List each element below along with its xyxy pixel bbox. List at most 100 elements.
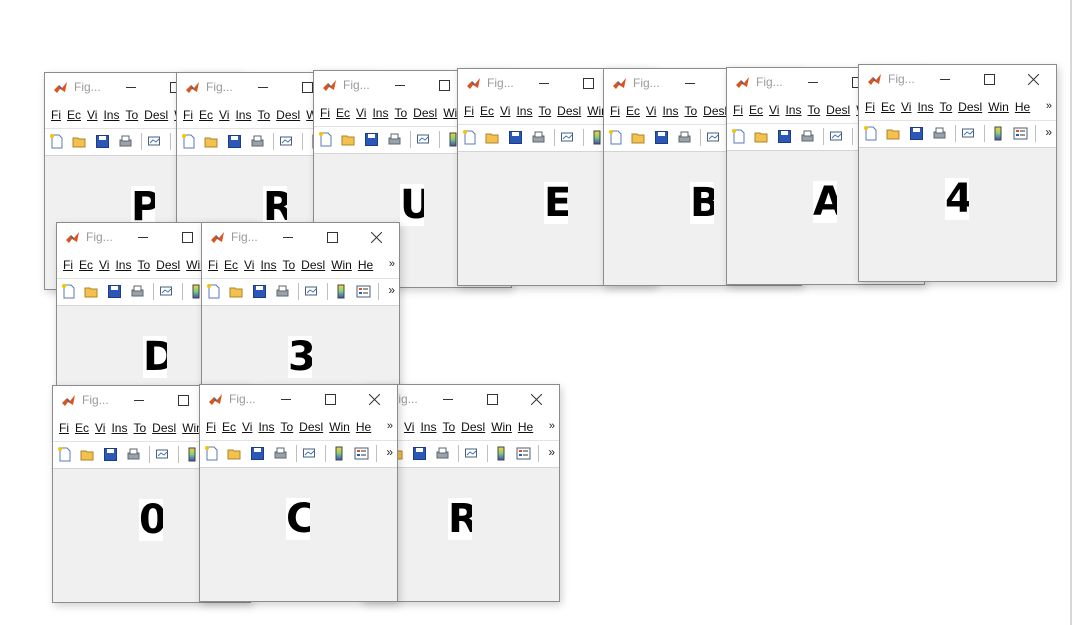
- link-plot-icon[interactable]: [147, 134, 162, 149]
- menu-item[interactable]: Ec: [67, 108, 81, 122]
- menu-item[interactable]: Ec: [199, 108, 213, 122]
- legend-icon[interactable]: [516, 446, 531, 461]
- menu-item[interactable]: Fi: [206, 420, 216, 434]
- menu-overflow-icon[interactable]: »: [387, 420, 393, 432]
- menu-item[interactable]: Ins: [103, 108, 119, 122]
- menu-item[interactable]: Fi: [183, 108, 193, 122]
- menu-item[interactable]: To: [133, 421, 146, 435]
- minimize-button[interactable]: [120, 77, 142, 97]
- menu-item[interactable]: Fi: [464, 104, 474, 118]
- save-icon[interactable]: [103, 447, 118, 462]
- maximize-button[interactable]: [978, 69, 1000, 89]
- menu-item[interactable]: To: [125, 108, 138, 122]
- save-icon[interactable]: [250, 446, 265, 461]
- menu-item[interactable]: Ec: [626, 104, 640, 118]
- maximize-button[interactable]: [481, 389, 503, 409]
- colorbar-icon[interactable]: [332, 446, 347, 461]
- save-icon[interactable]: [654, 130, 669, 145]
- colorbar-icon[interactable]: [334, 284, 349, 299]
- menu-item[interactable]: Desl: [703, 104, 727, 118]
- menu-item[interactable]: Desl: [276, 108, 300, 122]
- menu-overflow-icon[interactable]: »: [549, 420, 555, 432]
- menu-item[interactable]: Win: [491, 420, 512, 434]
- maximize-button[interactable]: [176, 227, 198, 247]
- print-icon[interactable]: [250, 134, 265, 149]
- menu-item[interactable]: Fi: [208, 258, 218, 272]
- maximize-button[interactable]: [319, 389, 341, 409]
- menu-item[interactable]: To: [137, 258, 150, 272]
- minimize-button[interactable]: [802, 72, 824, 92]
- menu-item[interactable]: Ec: [75, 421, 89, 435]
- menu-item[interactable]: Win: [329, 420, 350, 434]
- menu-overflow-icon[interactable]: »: [389, 258, 395, 270]
- minimize-button[interactable]: [128, 390, 150, 410]
- link-plot-icon[interactable]: [279, 134, 294, 149]
- menu-item[interactable]: Ins: [260, 258, 276, 272]
- menu-item[interactable]: Fi: [733, 103, 743, 117]
- print-icon[interactable]: [275, 284, 290, 299]
- link-plot-icon[interactable]: [961, 126, 976, 141]
- menu-item[interactable]: Vi: [99, 258, 109, 272]
- menu-item[interactable]: Vi: [500, 104, 510, 118]
- menu-item[interactable]: Desl: [144, 108, 168, 122]
- legend-icon[interactable]: [356, 284, 371, 299]
- maximize-button[interactable]: [433, 75, 455, 95]
- menu-item[interactable]: Ec: [79, 258, 93, 272]
- new-figure-icon[interactable]: [863, 126, 878, 141]
- save-icon[interactable]: [227, 134, 242, 149]
- menu-item[interactable]: Fi: [610, 104, 620, 118]
- colorbar-icon[interactable]: [185, 447, 200, 462]
- open-file-icon[interactable]: [754, 129, 769, 144]
- open-file-icon[interactable]: [72, 134, 87, 149]
- print-icon[interactable]: [932, 126, 947, 141]
- menu-item[interactable]: Desl: [557, 104, 581, 118]
- menu-item[interactable]: Fi: [51, 108, 61, 122]
- menu-item[interactable]: To: [807, 103, 820, 117]
- print-icon[interactable]: [130, 284, 145, 299]
- close-button[interactable]: [365, 227, 387, 247]
- menu-item[interactable]: He: [1015, 100, 1030, 114]
- menu-item[interactable]: He: [356, 420, 371, 434]
- link-plot-icon[interactable]: [706, 130, 721, 145]
- menu-item[interactable]: Win: [988, 100, 1009, 114]
- menu-item[interactable]: Ins: [258, 420, 274, 434]
- title-bar[interactable]: Fig...: [202, 223, 399, 252]
- menu-item[interactable]: Desl: [413, 106, 437, 120]
- figure-window[interactable]: Fig... Fi Ec Vi Ins To Desl Win He » » C: [199, 384, 398, 602]
- menu-item[interactable]: Desl: [156, 258, 180, 272]
- menu-item[interactable]: To: [280, 420, 293, 434]
- menu-item[interactable]: Vi: [87, 108, 97, 122]
- save-icon[interactable]: [412, 446, 427, 461]
- menu-item[interactable]: Ec: [749, 103, 763, 117]
- menu-item[interactable]: Ins: [917, 100, 933, 114]
- new-figure-icon[interactable]: [204, 446, 219, 461]
- menu-item[interactable]: Ins: [785, 103, 801, 117]
- new-figure-icon[interactable]: [608, 130, 623, 145]
- save-icon[interactable]: [508, 130, 523, 145]
- link-plot-icon[interactable]: [416, 132, 431, 147]
- link-plot-icon[interactable]: [560, 130, 575, 145]
- menu-item[interactable]: Ins: [111, 421, 127, 435]
- menu-item[interactable]: Vi: [901, 100, 911, 114]
- save-icon[interactable]: [364, 132, 379, 147]
- menu-item[interactable]: Vi: [95, 421, 105, 435]
- menu-item[interactable]: Ins: [420, 420, 436, 434]
- menu-item[interactable]: Ec: [336, 106, 350, 120]
- menu-item[interactable]: Desl: [826, 103, 850, 117]
- menu-item[interactable]: Vi: [242, 420, 252, 434]
- menu-item[interactable]: Fi: [865, 100, 875, 114]
- legend-icon[interactable]: [1013, 126, 1028, 141]
- menu-item[interactable]: To: [442, 420, 455, 434]
- menu-item[interactable]: Ins: [372, 106, 388, 120]
- toolbar-overflow-icon[interactable]: »: [386, 445, 393, 459]
- minimize-button[interactable]: [132, 227, 154, 247]
- close-button[interactable]: [525, 389, 547, 409]
- minimize-button[interactable]: [437, 389, 459, 409]
- minimize-button[interactable]: [679, 73, 701, 93]
- open-file-icon[interactable]: [229, 284, 244, 299]
- menu-item[interactable]: Ins: [662, 104, 678, 118]
- menu-item[interactable]: Vi: [356, 106, 366, 120]
- toolbar-overflow-icon[interactable]: »: [1045, 125, 1052, 139]
- menu-item[interactable]: Ec: [224, 258, 238, 272]
- new-figure-icon[interactable]: [49, 134, 64, 149]
